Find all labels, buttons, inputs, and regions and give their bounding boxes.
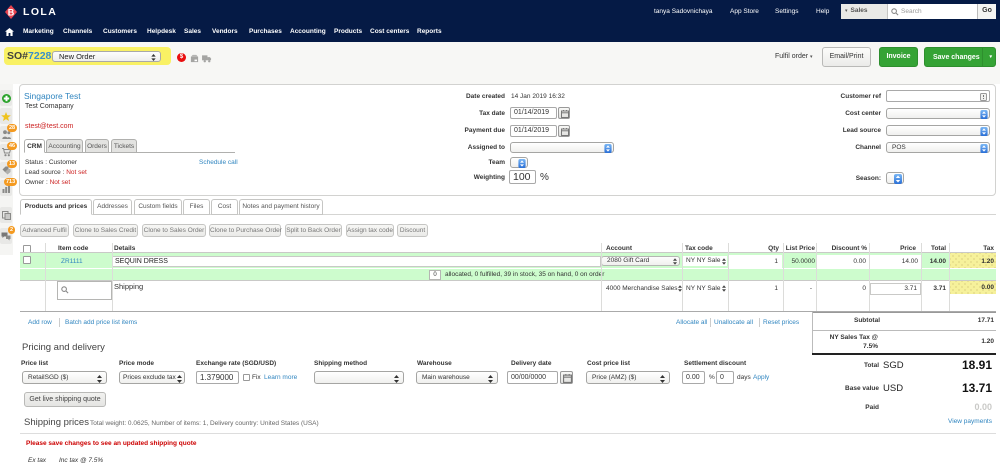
svg-text:B: B <box>8 8 15 18</box>
